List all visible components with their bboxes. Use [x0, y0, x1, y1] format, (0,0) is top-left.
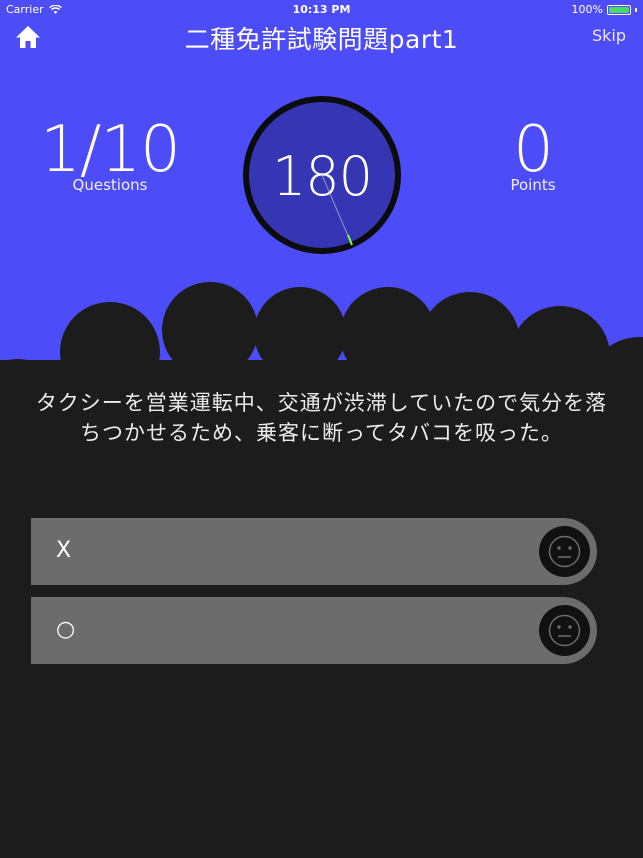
clock: 10:13 PM: [292, 3, 351, 16]
battery-status: 100%: [572, 3, 637, 16]
timer-value: 180: [271, 145, 373, 208]
page-title: 二種免許試験問題part1: [184, 25, 459, 54]
answer-label-circle: ○: [56, 617, 76, 642]
answer-option-circle[interactable]: ○: [31, 597, 597, 664]
question-progress-value: 1/10: [40, 113, 181, 187]
countdown-timer: 180: [242, 95, 402, 255]
points-value: 0: [513, 113, 554, 187]
neutral-face-icon: [539, 526, 590, 577]
status-bar: Carrier 10:13 PM 100%: [0, 0, 643, 20]
quiz-screen: Carrier 10:13 PM 100% 二種免許試験問題part1 Skip…: [0, 0, 643, 858]
battery-level: [609, 6, 629, 13]
question-progress: 1/10 Questions: [30, 118, 190, 194]
battery-percent: 100%: [571, 3, 603, 16]
battery-icon: [607, 4, 631, 15]
question-text: タクシーを営業運転中、交通が渋滞していたので気分を落ちつかせるため、乗客に断って…: [35, 391, 608, 445]
skip-button[interactable]: Skip: [592, 26, 626, 45]
answer-label-x: X: [56, 538, 72, 563]
answer-option-x[interactable]: X: [31, 518, 597, 585]
neutral-face-icon: [539, 605, 590, 656]
battery-tip: [635, 7, 637, 12]
points-counter: 0 Points: [453, 118, 613, 194]
points-label: Points: [510, 176, 556, 194]
